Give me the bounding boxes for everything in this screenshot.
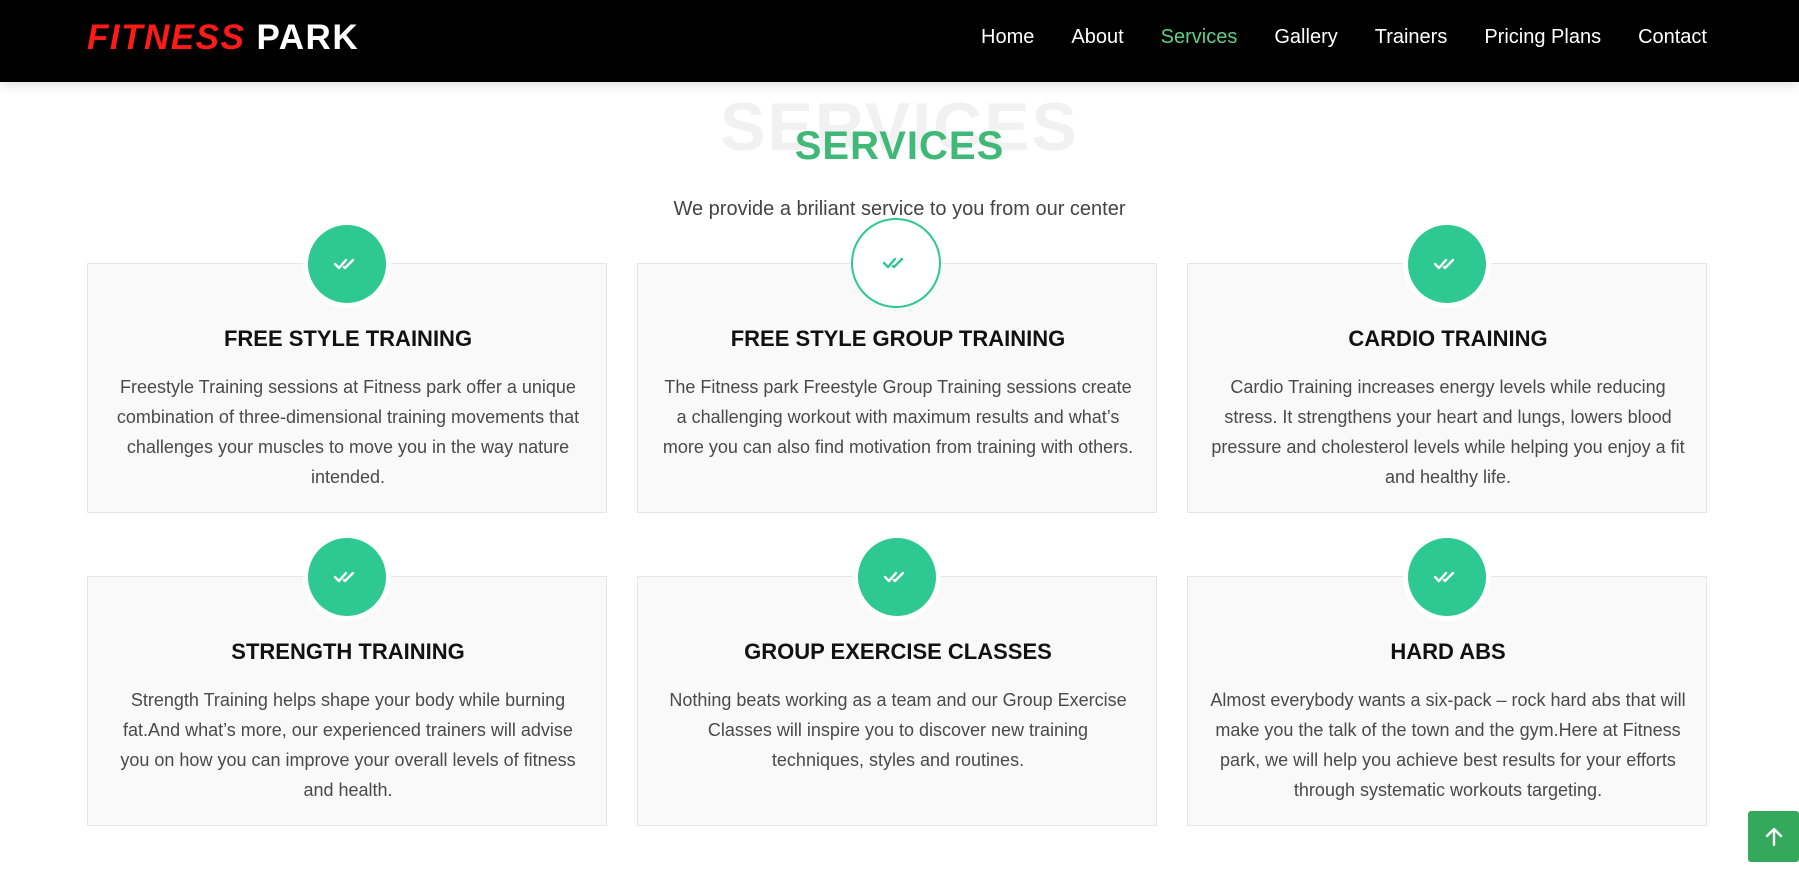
scroll-to-top-button[interactable] <box>1748 811 1799 862</box>
nav-home[interactable]: Home <box>981 26 1034 49</box>
arrow-up-icon <box>1765 827 1782 846</box>
service-title: FREE STYLE GROUP TRAINING <box>730 326 1066 351</box>
service-description: The Fitness park Freestyle Group Trainin… <box>662 377 1134 457</box>
double-check-icon <box>858 538 936 616</box>
service-title: HARD ABS <box>1390 639 1506 664</box>
service-description: Almost everybody wants a six-pack – rock… <box>1210 690 1686 800</box>
nav-contact[interactable]: Contact <box>1638 26 1707 49</box>
service-description: Cardio Training increases energy levels … <box>1211 377 1685 487</box>
navbar: FITNESS PARK Home About Services Gallery… <box>0 0 1799 82</box>
service-description: Nothing beats working as a team and our … <box>669 690 1127 770</box>
main-nav: Home About Services Gallery Trainers Pri… <box>981 26 1707 49</box>
service-title: GROUP EXERCISE CLASSES <box>744 639 1052 664</box>
nav-trainers[interactable]: Trainers <box>1375 26 1448 49</box>
brand-logo[interactable]: FITNESS PARK <box>87 18 359 58</box>
service-title: FREE STYLE TRAINING <box>223 326 473 351</box>
double-check-icon <box>1408 225 1486 303</box>
service-description: Freestyle Training sessions at Fitness p… <box>116 377 580 487</box>
brand-part1: FITNESS <box>87 18 246 57</box>
double-check-icon <box>851 218 941 308</box>
double-check-icon <box>308 225 386 303</box>
service-title: CARDIO TRAINING <box>1348 326 1548 351</box>
nav-about[interactable]: About <box>1071 26 1123 49</box>
brand-part2: PARK <box>256 18 360 57</box>
double-check-icon <box>308 538 386 616</box>
service-title: STRENGTH TRAINING <box>231 639 465 664</box>
nav-services[interactable]: Services <box>1161 26 1238 49</box>
nav-gallery[interactable]: Gallery <box>1274 26 1337 49</box>
nav-pricing-plans[interactable]: Pricing Plans <box>1484 26 1601 49</box>
service-description: Strength Training helps shape your body … <box>120 690 576 800</box>
section-title: SERVICES <box>794 124 1005 168</box>
double-check-icon <box>1408 538 1486 616</box>
